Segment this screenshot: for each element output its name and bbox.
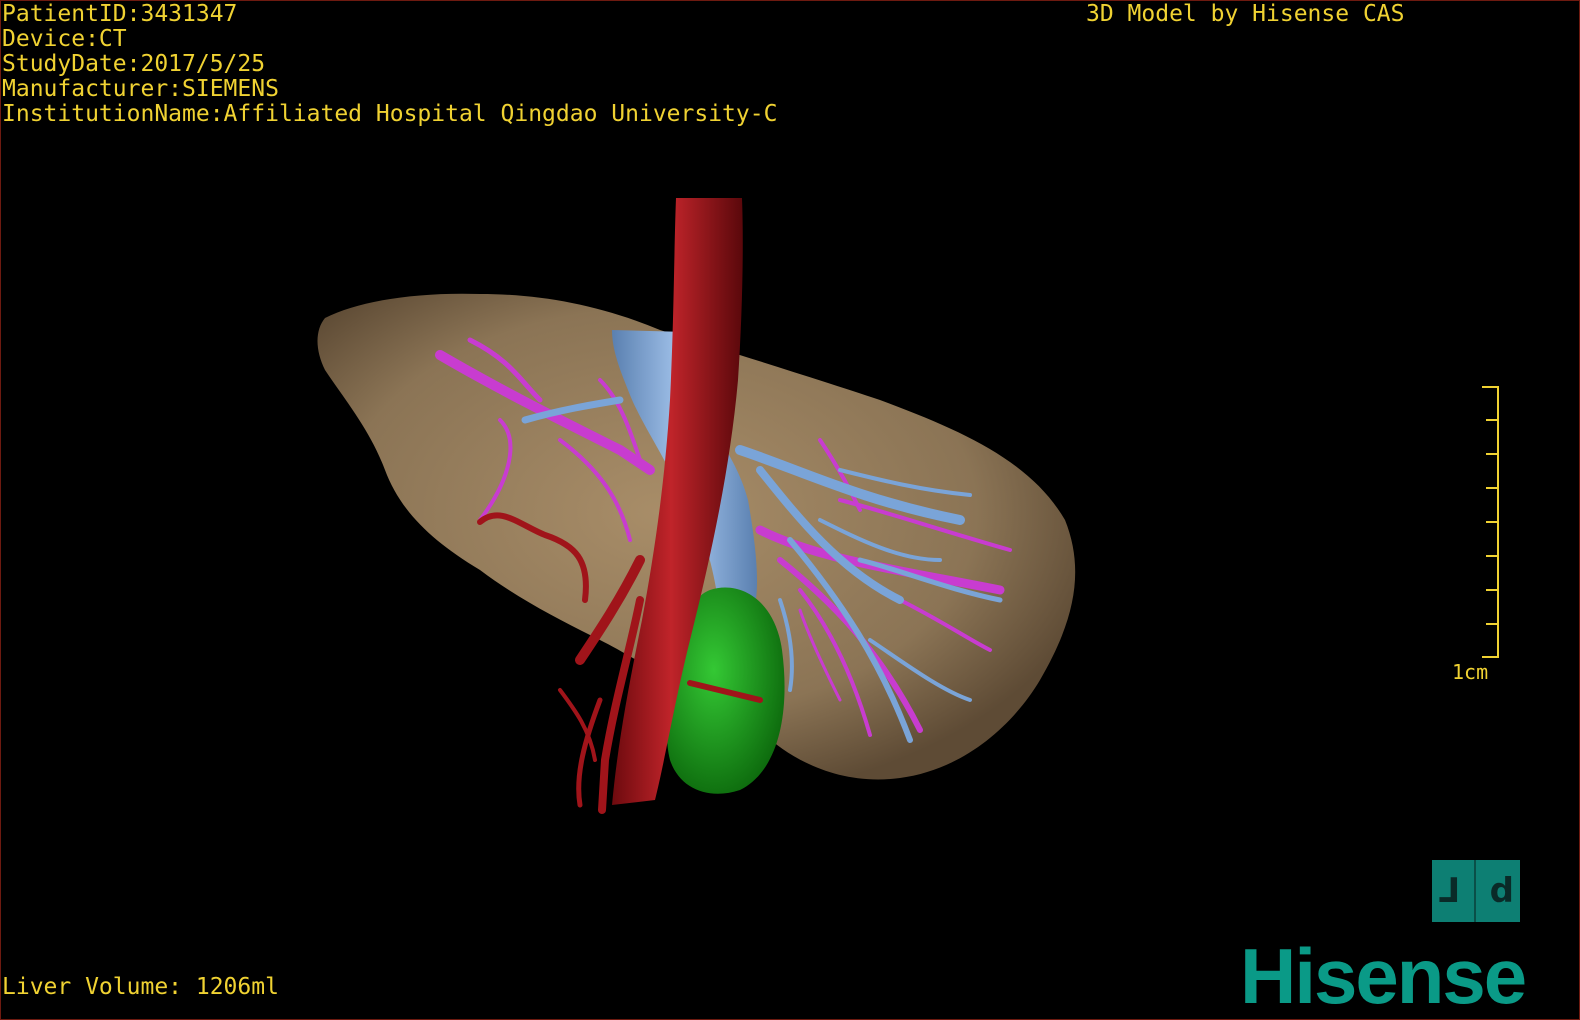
scale-bar	[1482, 386, 1499, 658]
patient-id-label: PatientID:3431347	[2, 1, 238, 27]
orientation-right-glyph: d	[1489, 871, 1514, 911]
model-title: 3D Model by Hisense CAS	[1086, 1, 1405, 27]
orientation-divider	[1473, 860, 1476, 922]
scale-bar-label: 1cm	[1452, 660, 1489, 684]
study-date-label: StudyDate:2017/5/25	[2, 51, 266, 77]
liver-volume-label: Liver Volume: 1206ml	[2, 974, 279, 1000]
manufacturer-label: Manufacturer:SIEMENS	[2, 76, 279, 102]
institution-label: InstitutionName:Affiliated Hospital Qing…	[2, 101, 778, 127]
view-orientation-button[interactable]: ⅃ d	[1432, 860, 1520, 922]
hisense-logo: Hisense	[1240, 932, 1527, 1020]
3d-model-viewport[interactable]	[0, 0, 1580, 1020]
device-label: Device:CT	[2, 26, 127, 52]
orientation-left-glyph: ⅃	[1437, 871, 1460, 911]
